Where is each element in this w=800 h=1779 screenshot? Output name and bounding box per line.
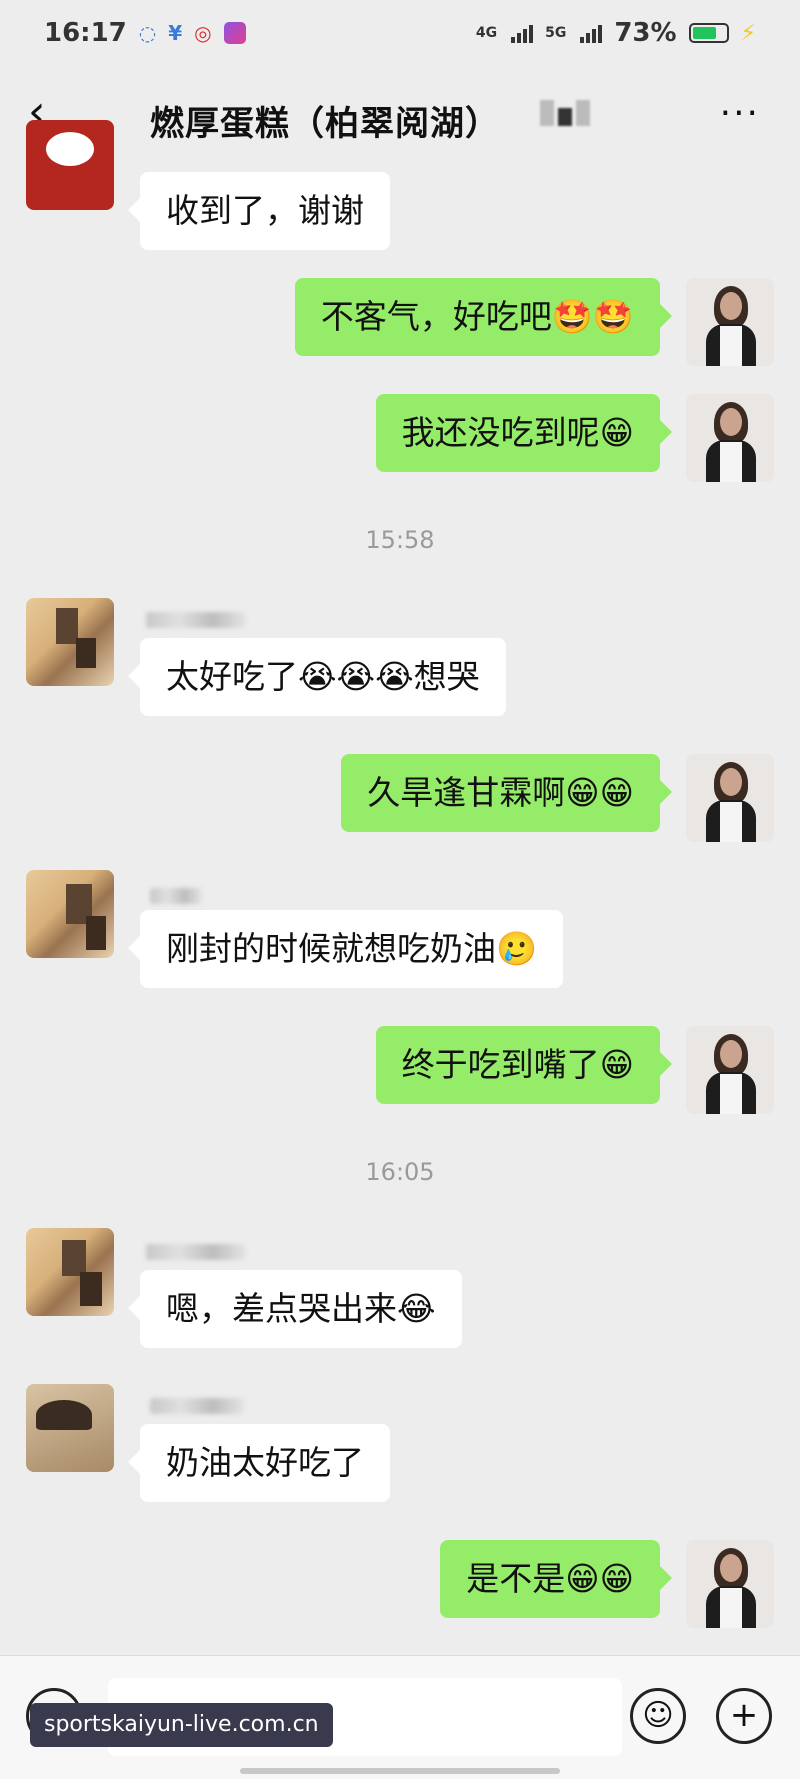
avatar[interactable] — [26, 598, 114, 686]
network-4g-label: 4G — [475, 25, 498, 41]
sender-name-blurred — [146, 1244, 246, 1260]
message-bubble-incoming[interactable]: 奶油太好吃了 — [128, 1424, 390, 1502]
chat-title: 燃厚蛋糕（柏翠阅湖） — [150, 104, 500, 144]
emoji-icon[interactable]: ☺ — [630, 1688, 686, 1744]
sender-name-blurred — [150, 888, 202, 904]
message-bubble-outgoing[interactable]: 终于吃到嘴了😁 — [375, 1026, 673, 1104]
signal-icon — [580, 23, 603, 43]
battery-percent: 73% — [614, 18, 677, 48]
avatar[interactable] — [26, 1228, 114, 1316]
avatar-self[interactable] — [686, 1540, 774, 1628]
avatar[interactable] — [26, 870, 114, 958]
avatar[interactable] — [26, 120, 114, 210]
status-time: 16:17 — [44, 18, 127, 48]
avatar-self[interactable] — [686, 394, 774, 482]
bank-icon: ◎ — [194, 21, 212, 45]
network-5g-label: 5G — [545, 25, 567, 41]
signal-icon — [511, 23, 534, 43]
timestamp: 16:05 — [365, 1158, 435, 1186]
sender-name-blurred — [146, 612, 246, 628]
avatar-self[interactable] — [686, 1026, 774, 1114]
timestamp: 15:58 — [365, 526, 435, 554]
message-bubble-outgoing[interactable]: 我还没吃到呢😁 — [375, 394, 673, 472]
app-icon — [223, 22, 246, 44]
message-bubble-incoming[interactable]: 收到了，谢谢 — [128, 172, 390, 250]
chat-header: ‹ 燃厚蛋糕（柏翠阅湖） ··· — [0, 66, 800, 166]
message-bubble-outgoing[interactable]: 久旱逢甘霖啊😁😁 — [341, 754, 672, 832]
status-bar: 16:17 ◌ ¥ ◎ 4G 5G 73% ⚡ — [0, 0, 800, 66]
message-bubble-outgoing[interactable]: 是不是😁😁 — [440, 1540, 672, 1618]
charging-icon: ⚡ — [740, 20, 756, 46]
message-bubble-incoming[interactable]: 嗯，差点哭出来😂 — [128, 1270, 462, 1348]
watermark: sportskaiyun-live.com.cn — [30, 1703, 333, 1747]
plus-icon[interactable]: + — [716, 1688, 772, 1744]
battery-icon — [688, 23, 729, 43]
chat-bubble-icon: ◌ — [138, 21, 157, 45]
message-bubble-incoming[interactable]: 太好吃了😭😭😭想哭 — [128, 638, 506, 716]
message-bubble-incoming[interactable]: 刚封的时候就想吃奶油🥲 — [127, 910, 564, 988]
yen-icon: ¥ — [168, 21, 183, 45]
sender-name-blurred — [150, 1398, 244, 1414]
home-indicator — [240, 1768, 560, 1774]
more-options-button[interactable]: ··· — [720, 96, 760, 132]
avatar-self[interactable] — [686, 754, 774, 842]
message-bubble-outgoing[interactable]: 不客气，好吃吧🤩🤩 — [294, 278, 673, 356]
avatar-self[interactable] — [686, 278, 774, 366]
avatar[interactable] — [26, 1384, 114, 1472]
blurred-member-count — [540, 100, 590, 126]
